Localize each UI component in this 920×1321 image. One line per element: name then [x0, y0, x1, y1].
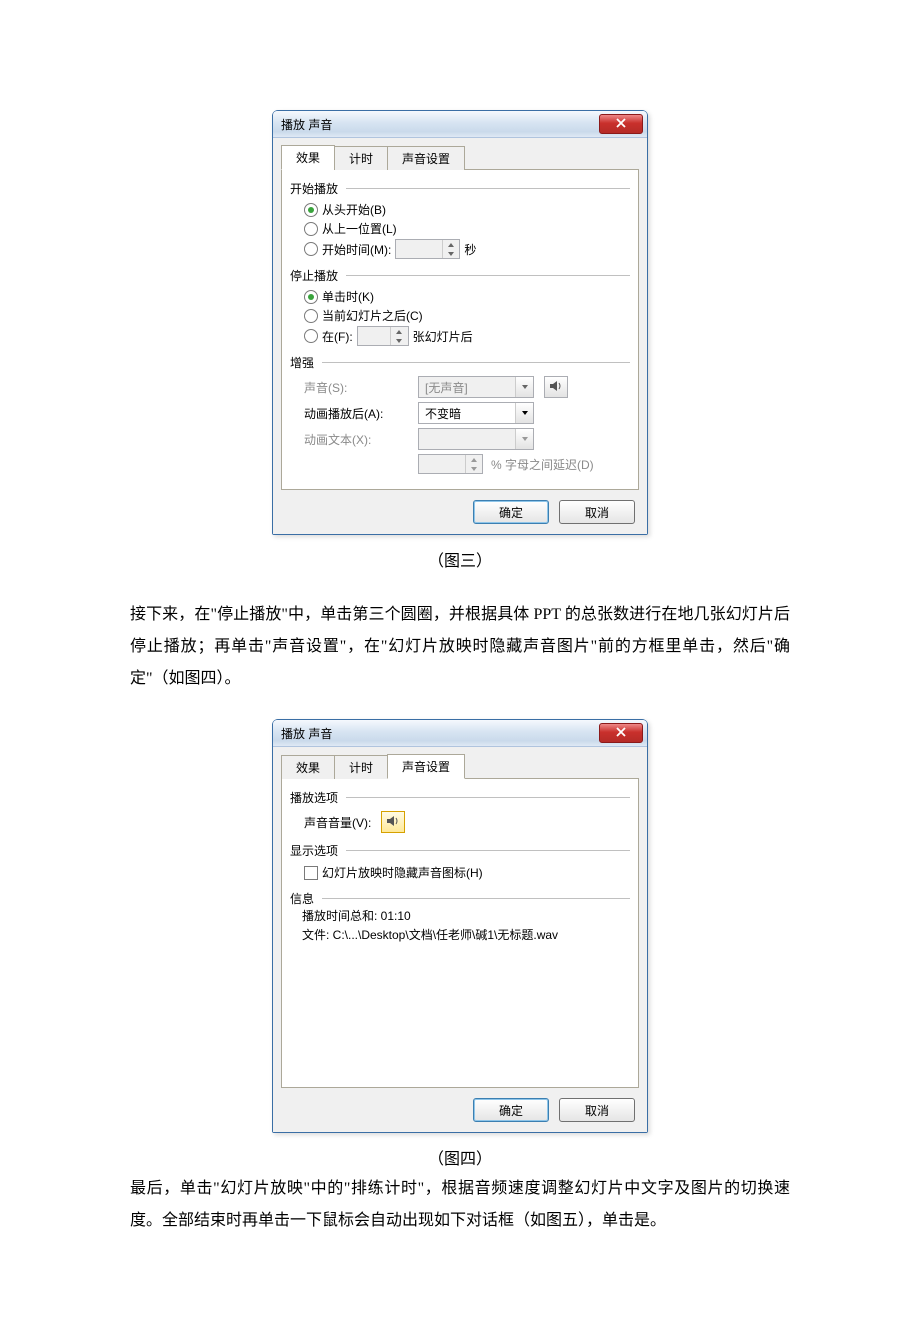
- spinner-down-icon[interactable]: [391, 336, 407, 345]
- ok-button[interactable]: 确定: [473, 500, 549, 524]
- tab-effect[interactable]: 效果: [281, 145, 335, 170]
- info-legend: 信息: [290, 890, 314, 907]
- display-options-legend: 显示选项: [290, 842, 338, 859]
- speaker-icon: [549, 380, 563, 395]
- after-animation-combo[interactable]: 不变暗: [418, 402, 534, 424]
- label-after-current-slide: 当前幻灯片之后(C): [322, 307, 423, 324]
- paragraph-1: 接下来，在"停止播放"中，单击第三个圆圈，并根据具体 PPT 的总张数进行在地几…: [130, 599, 790, 695]
- figure-4-caption: （图四）: [130, 1145, 790, 1169]
- paragraph-2: 最后，单击"幻灯片放映"中的"排练计时"，根据音频速度调整幻灯片中文字及图片的切…: [130, 1173, 790, 1237]
- volume-button[interactable]: [381, 811, 405, 833]
- label-seconds: 秒: [464, 241, 476, 258]
- play-sound-dialog-1: 播放 声音 效果 计时 声音设置 开始播放: [272, 110, 648, 535]
- after-n-slides-spinner[interactable]: [357, 326, 409, 346]
- delay-spinner[interactable]: [418, 454, 483, 474]
- sound-combo-value: [无声音]: [419, 379, 515, 396]
- label-animate-text: 动画文本(X):: [304, 431, 414, 448]
- dialog-title: 播放 声音: [281, 725, 599, 742]
- display-options-group: 显示选项 幻灯片放映时隐藏声音图标(H): [290, 842, 630, 886]
- close-button[interactable]: [599, 723, 643, 743]
- close-icon: [616, 117, 626, 131]
- tab-timing[interactable]: 计时: [334, 755, 388, 779]
- enhance-group: 增强 声音(S): [无声音]: [290, 354, 630, 479]
- label-after-n-suf: 张幻灯片后: [413, 328, 473, 345]
- play-options-group: 播放选项 声音音量(V):: [290, 789, 630, 838]
- info-duration: 播放时间总和: 01:10: [302, 907, 630, 926]
- stop-playback-group: 停止播放 单击时(K) 当前幻灯片之后(C) 在(F):: [290, 267, 630, 350]
- label-from-beginning: 从头开始(B): [322, 201, 386, 218]
- cancel-button[interactable]: 取消: [559, 500, 635, 524]
- tab-sound-settings[interactable]: 声音设置: [387, 754, 465, 779]
- dropdown-icon: [515, 429, 533, 449]
- dialog-titlebar[interactable]: 播放 声音: [273, 720, 647, 747]
- tab-row: 效果 计时 声音设置: [281, 144, 639, 170]
- label-after-n-pre: 在(F):: [322, 328, 353, 345]
- spinner-up-icon[interactable]: [443, 240, 459, 249]
- figure-3-caption: （图三）: [130, 547, 790, 571]
- start-playback-legend: 开始播放: [290, 180, 338, 197]
- dropdown-icon: [515, 377, 533, 397]
- radio-on-click[interactable]: [304, 290, 318, 304]
- play-options-legend: 播放选项: [290, 789, 338, 806]
- tab-sound-settings[interactable]: 声音设置: [387, 146, 465, 170]
- label-on-click: 单击时(K): [322, 288, 374, 305]
- spinner-down-icon[interactable]: [466, 464, 482, 473]
- stop-playback-legend: 停止播放: [290, 267, 338, 284]
- close-button[interactable]: [599, 114, 643, 134]
- dropdown-icon: [515, 403, 533, 423]
- cancel-button[interactable]: 取消: [559, 1098, 635, 1122]
- close-icon: [616, 726, 626, 740]
- radio-start-time[interactable]: [304, 242, 318, 256]
- radio-from-beginning[interactable]: [304, 203, 318, 217]
- info-group: 信息 播放时间总和: 01:10 文件: C:\...\Desktop\文档\任…: [290, 890, 630, 945]
- radio-after-n-slides[interactable]: [304, 329, 318, 343]
- tab-row: 效果 计时 声音设置: [281, 753, 639, 779]
- dialog-titlebar[interactable]: 播放 声音: [273, 111, 647, 138]
- label-sound: 声音(S):: [304, 379, 414, 396]
- animate-text-combo[interactable]: [418, 428, 534, 450]
- label-start-time: 开始时间(M):: [322, 241, 391, 258]
- speaker-icon: [386, 815, 400, 830]
- hide-icon-checkbox[interactable]: [304, 866, 318, 880]
- tab-timing[interactable]: 计时: [334, 146, 388, 170]
- spinner-up-icon[interactable]: [391, 327, 407, 336]
- label-from-last-position: 从上一位置(L): [322, 220, 397, 237]
- ok-button[interactable]: 确定: [473, 1098, 549, 1122]
- after-animation-value: 不变暗: [419, 405, 515, 422]
- spinner-up-icon[interactable]: [466, 455, 482, 464]
- radio-after-current-slide[interactable]: [304, 309, 318, 323]
- info-filepath: 文件: C:\...\Desktop\文档\任老师\碱1\无标题.wav: [302, 926, 630, 945]
- start-time-spinner[interactable]: [395, 239, 460, 259]
- radio-from-last-position[interactable]: [304, 222, 318, 236]
- label-delay-between-letters: % 字母之间延迟(D): [491, 456, 594, 473]
- spinner-down-icon[interactable]: [443, 249, 459, 258]
- enhance-legend: 增强: [290, 354, 314, 371]
- play-sound-dialog-2: 播放 声音 效果 计时 声音设置 播放选项 声音音量(V):: [272, 719, 648, 1133]
- sound-combo[interactable]: [无声音]: [418, 376, 534, 398]
- label-after-animation: 动画播放后(A):: [304, 405, 414, 422]
- tab-effect[interactable]: 效果: [281, 755, 335, 779]
- dialog-title: 播放 声音: [281, 116, 599, 133]
- label-hide-icon: 幻灯片放映时隐藏声音图标(H): [322, 864, 483, 881]
- speaker-button[interactable]: [544, 376, 568, 398]
- start-playback-group: 开始播放 从头开始(B) 从上一位置(L) 开始时间(M):: [290, 180, 630, 263]
- label-sound-volume: 声音音量(V):: [304, 814, 371, 831]
